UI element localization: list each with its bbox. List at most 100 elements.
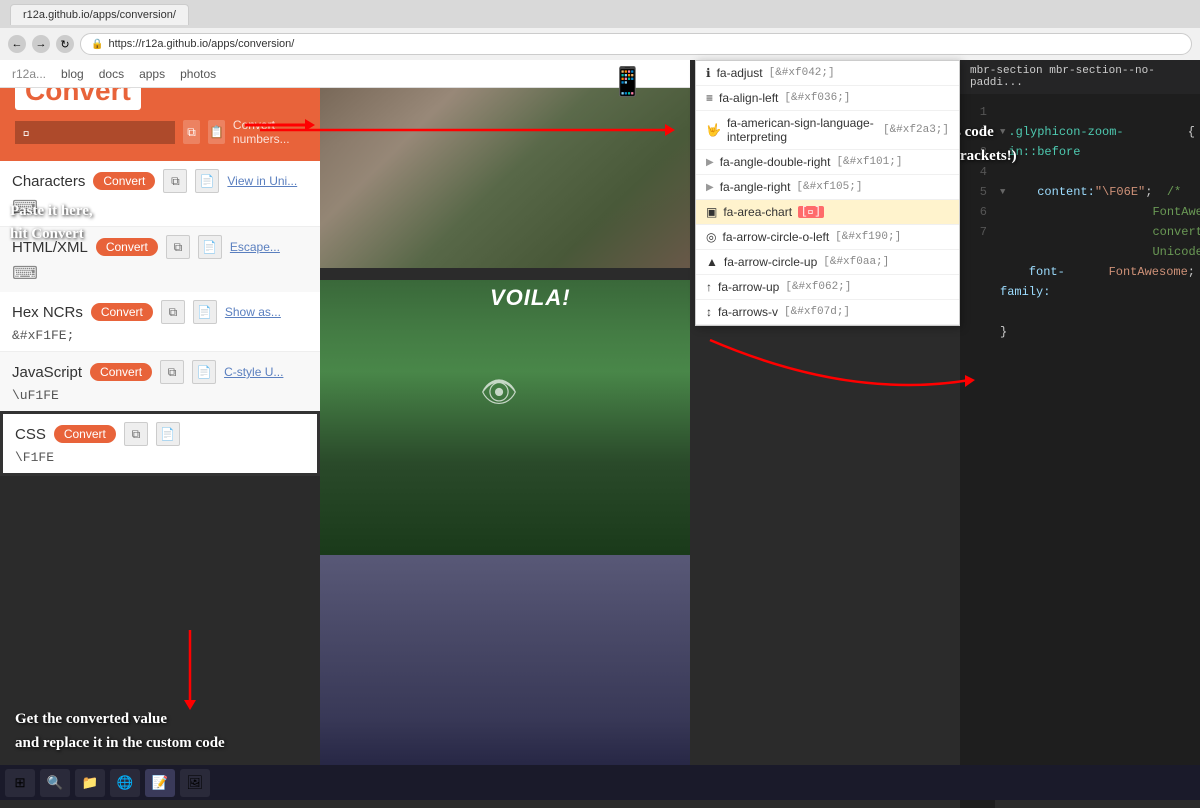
dropdown-item-code: [&#xf07d;] — [784, 306, 850, 318]
fold-arrow-4[interactable]: ▼ — [1000, 182, 1005, 202]
javascript-copy-button[interactable]: ⧉ — [160, 360, 184, 384]
hexncrs-show-link[interactable]: Show as... — [225, 305, 281, 319]
nav-docs[interactable]: docs — [99, 67, 124, 81]
editor-title: mbr-section mbr-section--no-paddi... — [970, 65, 1155, 89]
hexncrs-convert-button[interactable]: Convert — [91, 303, 153, 321]
htmlxml-convert-button[interactable]: Convert — [96, 238, 158, 256]
htmlxml-file-button[interactable]: 📄 — [198, 235, 222, 259]
main-input[interactable] — [15, 121, 175, 144]
nav-apps[interactable]: apps — [139, 67, 165, 81]
hexncrs-file-button[interactable]: 📄 — [193, 300, 217, 324]
taskbar-start-button[interactable]: ⊞ — [5, 769, 35, 797]
css-convert-button[interactable]: Convert — [54, 425, 116, 443]
dropdown-item-fa-adjust[interactable]: ℹ fa-adjust [&#xf042;] — [696, 61, 959, 86]
code-content: ▼ .glyphicon-zoom-in::before { ▼ content… — [995, 94, 1200, 808]
keyboard-icon-html: ⌨ — [12, 263, 38, 283]
fa-arrows-v-icon: ↕ — [706, 305, 712, 319]
dropdown-item-fa-area-chart[interactable]: ▣ fa-area-chart [] — [696, 200, 959, 225]
comment-text: /* FontAwesome converted Unicode — [1152, 182, 1200, 262]
browser-nav: ← → ↻ 🔒 https://r12a.github.io/apps/conv… — [0, 28, 1200, 60]
fa-arrow-up-icon: ↑ — [706, 280, 712, 294]
forward-button[interactable]: → — [32, 35, 50, 53]
line-numbers: 1 2 3 4 5 6 7 — [960, 94, 995, 808]
hexncrs-copy-button[interactable]: ⧉ — [161, 300, 185, 324]
characters-file-button[interactable]: 📄 — [195, 169, 219, 193]
dropdown-item-fa-angle-right[interactable]: ▶ fa-angle-right [&#xf105;] — [696, 175, 959, 200]
fa-arrow-circle-up-icon: ▲ — [706, 255, 718, 269]
dropdown-item-code: [&#xf0aa;] — [823, 256, 889, 268]
characters-copy-button[interactable]: ⧉ — [163, 169, 187, 193]
code-editor: mbr-section mbr-section--no-paddi... 1 2… — [960, 60, 1200, 800]
dropdown-panel: ℹ fa-adjust [&#xf042;] ≡ fa-align-left [… — [695, 60, 960, 326]
dropdown-item-label: fa-arrow-circle-o-left — [722, 230, 829, 244]
browser-chrome: r12a.github.io/apps/conversion/ ← → ↻ 🔒 … — [0, 0, 1200, 60]
property-font-family: font-family: — [1000, 262, 1109, 302]
dropdown-item-code: [&#xf190;] — [835, 231, 901, 243]
dropdown-item-fa-arrow-circle-o[interactable]: ◎ fa-arrow-circle-o-left [&#xf190;] — [696, 225, 959, 250]
htmlxml-copy-button[interactable]: ⧉ — [166, 235, 190, 259]
conversion-panel: Convert ⧉ 📋 Convert numbers... Paste it … — [0, 60, 320, 800]
javascript-output: \uF1FE — [12, 388, 308, 403]
dropdown-item-fa-arrow-up[interactable]: ↑ fa-arrow-up [&#xf062;] — [696, 275, 959, 300]
arrow-right — [240, 110, 320, 140]
address-bar[interactable]: 🔒 https://r12a.github.io/apps/conversion… — [80, 33, 1192, 55]
fa-asl-icon: 🤟 — [706, 123, 721, 137]
line-numbers-area: 1 2 3 4 5 6 7 ▼ .glyphicon-zoom-in::befo… — [960, 94, 1200, 808]
code-line-4: ▼ content: "\F06E" ; /* FontAwesome conv… — [1000, 182, 1195, 262]
fa-adjust-icon: ℹ — [706, 66, 711, 80]
nav-blog[interactable]: blog — [61, 67, 84, 81]
eye-icon-overlay: 👁 — [480, 375, 518, 410]
taskbar-editor-button[interactable]: 📝 — [145, 769, 175, 797]
code-line-7: } — [1000, 322, 1195, 342]
javascript-file-button[interactable]: 📄 — [192, 360, 216, 384]
taskbar-browser-button[interactable]: 🌐 — [110, 769, 140, 797]
editor-header: mbr-section mbr-section--no-paddi... — [960, 60, 1200, 94]
javascript-cstyle-link[interactable]: C-style U... — [224, 365, 283, 379]
copy-main-button[interactable]: ⧉ — [183, 120, 200, 144]
dropdown-item-fa-arrow-circle-up[interactable]: ▲ fa-arrow-circle-up [&#xf0aa;] — [696, 250, 959, 275]
htmlxml-escape-link[interactable]: Escape... — [230, 240, 280, 254]
dropdown-item-fa-asl[interactable]: 🤟 fa-american-sign-language-interpreting… — [696, 111, 959, 150]
code-line-1 — [1000, 102, 1195, 122]
taskbar-folder-button[interactable]: 📁 — [75, 769, 105, 797]
characters-convert-button[interactable]: Convert — [93, 172, 155, 190]
refresh-button[interactable]: ↻ — [56, 35, 74, 53]
brace-close: } — [1000, 322, 1007, 342]
fa-area-chart-icon: ▣ — [706, 205, 717, 219]
paste-main-button[interactable]: 📋 — [208, 120, 225, 144]
taskbar-image-button[interactable]: 🖼 — [180, 769, 210, 797]
code-line-5: font-family: FontAwesome ; — [1000, 262, 1195, 302]
back-button[interactable]: ← — [8, 35, 26, 53]
dropdown-item-fa-arrows-v[interactable]: ↕ fa-arrows-v [&#xf07d;] — [696, 300, 959, 325]
site-logo-placeholder: r12a... — [12, 67, 46, 81]
browser-tabs: r12a.github.io/apps/conversion/ — [0, 0, 1200, 28]
css-output: \F1FE — [15, 450, 305, 465]
css-label: CSS — [15, 426, 46, 443]
taskbar-search-button[interactable]: 🔍 — [40, 769, 70, 797]
nav-photos[interactable]: photos — [180, 67, 216, 81]
javascript-convert-button[interactable]: Convert — [90, 363, 152, 381]
dropdown-item-label: fa-angle-double-right — [720, 155, 831, 169]
hexncrs-output: &#xF1FE; — [12, 328, 308, 343]
browser-tab[interactable]: r12a.github.io/apps/conversion/ — [10, 4, 189, 25]
dropdown-item-code: [&#xf042;] — [769, 67, 835, 79]
hexncrs-label: Hex NCRs — [12, 304, 83, 321]
dropdown-item-fa-angle-double[interactable]: ▶ fa-angle-double-right [&#xf101;] — [696, 150, 959, 175]
voila-text: VOILA! — [490, 285, 571, 311]
dropdown-item-label: fa-arrow-up — [718, 280, 779, 294]
value-font-awesome: FontAwesome — [1109, 262, 1188, 282]
css-copy-button[interactable]: ⧉ — [124, 422, 148, 446]
dropdown-item-label: fa-adjust — [717, 66, 763, 80]
url-text: https://r12a.github.io/apps/conversion/ — [108, 38, 294, 50]
tab-label: r12a.github.io/apps/conversion/ — [23, 9, 176, 21]
paste-hint-annotation: Paste it here, hit Convert — [10, 200, 93, 245]
view-in-uni-link[interactable]: View in Uni... — [227, 174, 297, 188]
css-file-button[interactable]: 📄 — [156, 422, 180, 446]
characters-label: Characters — [12, 173, 85, 190]
dropdown-item-label: fa-american-sign-language-interpreting — [727, 116, 877, 144]
taskbar: ⊞ 🔍 📁 🌐 📝 🖼 — [0, 765, 1200, 800]
bg-image-top — [320, 88, 690, 268]
dropdown-item-label: fa-angle-right — [720, 180, 791, 194]
dropdown-item-fa-align[interactable]: ≡ fa-align-left [&#xf036;] — [696, 86, 959, 111]
bg-image-mid — [320, 280, 690, 555]
